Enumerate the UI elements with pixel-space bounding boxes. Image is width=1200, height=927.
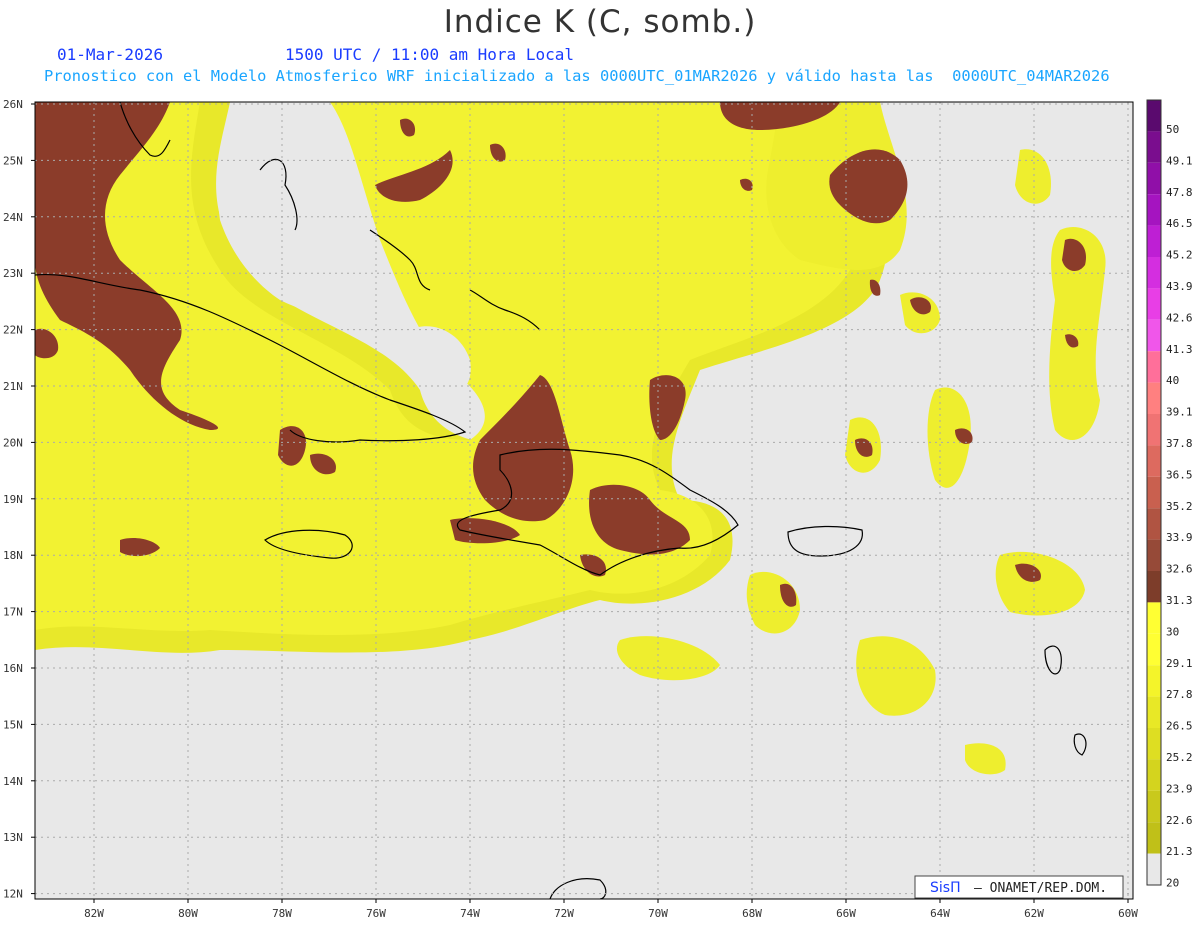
lon-label: 70W	[648, 907, 668, 920]
lat-label: 16N	[3, 662, 23, 675]
colorbar-swatch	[1147, 853, 1161, 885]
colorbar-swatch	[1147, 162, 1161, 195]
lon-label: 60W	[1118, 907, 1138, 920]
lat-label: 20N	[3, 436, 23, 449]
colorbar-label: 40	[1166, 374, 1179, 387]
colorbar-label: 25.2	[1166, 751, 1193, 764]
lon-label: 80W	[178, 907, 198, 920]
colorbar-label: 20	[1166, 877, 1179, 890]
colorbar-swatch	[1147, 351, 1161, 383]
k-index-map: 26N 25N 24N 23N 22N 21N 20N 19N 18N 17N 16N 15N 14N 1…	[3, 98, 1193, 920]
colorbar-label: 46.5	[1166, 217, 1193, 230]
lon-label: 76W	[366, 907, 386, 920]
colorbar-label: 37.8	[1166, 437, 1193, 450]
colorbar-label: 22.6	[1166, 814, 1193, 827]
lat-label: 12N	[3, 888, 23, 901]
colorbar-label: 30	[1166, 625, 1179, 638]
colorbar-swatch	[1147, 633, 1161, 666]
lat-label: 19N	[3, 493, 23, 506]
colorbar-label: 39.1	[1166, 406, 1193, 419]
latitude-labels: 26N 25N 24N 23N 22N 21N 20N 19N 18N 17N 16N 15N 14N 1…	[3, 98, 35, 901]
colorbar-swatch	[1147, 571, 1161, 603]
colorbar-swatch	[1147, 728, 1161, 760]
lat-label: 21N	[3, 380, 23, 393]
lon-label: 64W	[930, 907, 950, 920]
colorbar-swatch	[1147, 131, 1161, 163]
colorbar-label: 33.9	[1166, 531, 1193, 544]
colorbar: 50 49.1 47.8 46.5 45.2 43.9 42.6 41.3 40 39.1 37.8…	[1146, 99, 1193, 890]
lat-label: 14N	[3, 775, 23, 788]
lon-label: 66W	[836, 907, 856, 920]
lat-label: 17N	[3, 606, 23, 619]
colorbar-swatch	[1147, 696, 1161, 728]
colorbar-label: 45.2	[1166, 249, 1193, 262]
longitude-labels: 82W 80W 78W 76W 74W 72W 70W 68W 66W 64W 62W 60W	[84, 899, 1138, 920]
colorbar-label: 31.3	[1166, 594, 1193, 607]
lat-label: 24N	[3, 211, 23, 224]
colorbar-swatch	[1147, 759, 1161, 791]
colorbar-label: 36.5	[1166, 468, 1193, 481]
credit-box: SisΠ – ONAMET/REP.DOM.	[914, 875, 1124, 899]
colorbar-swatch	[1147, 319, 1161, 352]
colorbar-swatch	[1147, 790, 1161, 823]
colorbar-swatch	[1147, 508, 1161, 540]
colorbar-swatch	[1147, 100, 1161, 132]
lat-label: 13N	[3, 831, 23, 844]
colorbar-swatch	[1147, 665, 1161, 697]
lon-label: 62W	[1024, 907, 1044, 920]
lat-label: 26N	[3, 98, 23, 111]
colorbar-label: 35.2	[1166, 500, 1193, 513]
colorbar-swatch	[1147, 414, 1161, 446]
lon-label: 74W	[460, 907, 480, 920]
colorbar-swatch	[1147, 476, 1161, 509]
colorbar-swatch	[1147, 602, 1161, 634]
lon-label: 72W	[554, 907, 574, 920]
lat-label: 15N	[3, 718, 23, 731]
colorbar-swatch	[1147, 382, 1161, 414]
colorbar-label: 21.3	[1166, 845, 1193, 858]
lat-label: 23N	[3, 267, 23, 280]
colorbar-label: 43.9	[1166, 280, 1193, 293]
colorbar-label: 50	[1166, 123, 1179, 136]
colorbar-label: 49.1	[1166, 154, 1193, 167]
credit-brand: SisΠ	[930, 880, 961, 896]
lat-label: 25N	[3, 154, 23, 167]
credit-text: – ONAMET/REP.DOM.	[974, 881, 1107, 896]
lon-label: 78W	[272, 907, 292, 920]
colorbar-label: 42.6	[1166, 311, 1193, 324]
colorbar-label: 29.1	[1166, 657, 1193, 670]
lon-label: 68W	[742, 907, 762, 920]
colorbar-swatch	[1147, 288, 1161, 320]
lat-label: 22N	[3, 324, 23, 337]
colorbar-swatch	[1147, 445, 1161, 477]
colorbar-swatch	[1147, 225, 1161, 257]
colorbar-label: 41.3	[1166, 343, 1193, 356]
colorbar-swatch	[1147, 257, 1161, 289]
colorbar-swatch	[1147, 822, 1161, 854]
colorbar-label: 32.6	[1166, 563, 1193, 576]
colorbar-label: 47.8	[1166, 186, 1193, 199]
colorbar-swatch	[1147, 539, 1161, 571]
lat-label: 18N	[3, 549, 23, 562]
colorbar-label: 27.8	[1166, 688, 1193, 701]
colorbar-swatch	[1147, 194, 1161, 226]
lon-label: 82W	[84, 907, 104, 920]
colorbar-label: 26.5	[1166, 720, 1193, 733]
colorbar-label: 23.9	[1166, 782, 1193, 795]
